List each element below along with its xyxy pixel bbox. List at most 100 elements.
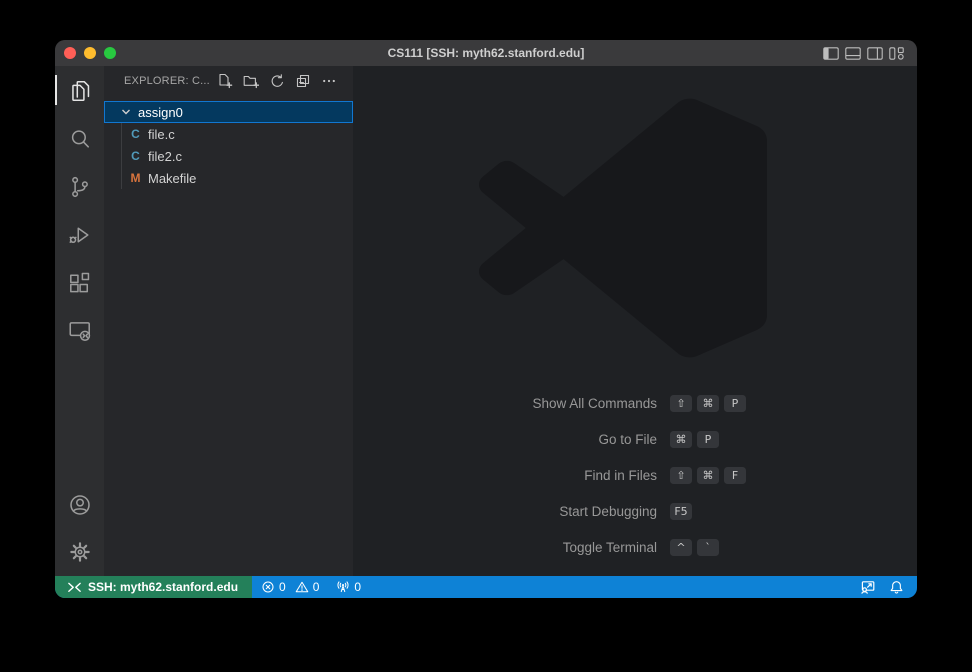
sidebar-item-extensions[interactable] bbox=[66, 269, 93, 296]
file-tree: assign0 C file.c C file2.c M Makefile bbox=[104, 101, 353, 189]
folder-name: assign0 bbox=[138, 105, 183, 120]
shortcut-label: Go to File bbox=[389, 432, 657, 447]
key-cmd: ⌘ bbox=[670, 431, 692, 448]
explorer-header: EXPLORER: C... bbox=[104, 66, 353, 96]
file-name: Makefile bbox=[148, 171, 196, 186]
toggle-secondary-sidebar-button[interactable] bbox=[867, 46, 883, 60]
tree-item-file[interactable]: C file2.c bbox=[104, 145, 353, 167]
c-file-icon: C bbox=[130, 149, 141, 163]
radio-tower-icon bbox=[336, 580, 350, 594]
shortcut-keys: ^ ` bbox=[670, 539, 719, 556]
remote-label: SSH: myth62.stanford.edu bbox=[88, 580, 238, 594]
explorer-sidebar: EXPLORER: C... bbox=[104, 66, 353, 576]
tree-item-folder[interactable]: assign0 bbox=[104, 101, 353, 123]
new-file-button[interactable] bbox=[216, 72, 233, 89]
key-f5: F5 bbox=[670, 503, 692, 520]
more-actions-button[interactable] bbox=[320, 72, 337, 89]
gear-icon bbox=[67, 539, 93, 565]
shortcut-label: Start Debugging bbox=[389, 504, 657, 519]
makefile-icon: M bbox=[130, 171, 141, 185]
new-folder-button[interactable] bbox=[242, 72, 259, 89]
key-shift: ⇧ bbox=[670, 467, 692, 484]
shortcut-label: Find in Files bbox=[389, 468, 657, 483]
collapse-all-icon bbox=[295, 73, 311, 89]
shortcut-keys: ⌘ P bbox=[670, 431, 719, 448]
sidebar-item-run-and-debug[interactable] bbox=[66, 221, 93, 248]
customize-layout-button[interactable] bbox=[889, 46, 905, 60]
layout-sidebar-left-icon bbox=[823, 47, 839, 60]
new-folder-icon bbox=[243, 73, 259, 89]
editor-area: Show All Commands ⇧ ⌘ P Go to File ⌘ P F bbox=[353, 66, 917, 576]
key-backtick: ` bbox=[697, 539, 719, 556]
watermark-shortcuts: Show All Commands ⇧ ⌘ P Go to File ⌘ P F bbox=[389, 385, 869, 565]
explorer-title: EXPLORER: C... bbox=[124, 75, 210, 87]
collapse-folders-button[interactable] bbox=[294, 72, 311, 89]
shortcut-keys: ⇧ ⌘ F bbox=[670, 467, 746, 484]
ellipsis-icon bbox=[321, 73, 337, 89]
chevron-down-icon bbox=[121, 107, 132, 117]
shortcut-row: Find in Files ⇧ ⌘ F bbox=[389, 457, 869, 493]
source-control-icon bbox=[67, 174, 93, 200]
files-icon bbox=[67, 78, 93, 104]
shortcut-label: Show All Commands bbox=[389, 396, 657, 411]
run-debug-icon bbox=[67, 222, 93, 248]
refresh-icon bbox=[269, 73, 285, 89]
new-file-icon bbox=[217, 73, 233, 89]
warning-icon bbox=[295, 580, 309, 594]
search-icon bbox=[67, 126, 93, 152]
key-f: F bbox=[724, 467, 746, 484]
active-item-indicator bbox=[55, 75, 57, 105]
shortcut-label: Toggle Terminal bbox=[389, 540, 657, 555]
tree-item-file[interactable]: C file.c bbox=[104, 123, 353, 145]
key-p: P bbox=[697, 431, 719, 448]
key-cmd: ⌘ bbox=[697, 467, 719, 484]
notifications-bell-icon[interactable] bbox=[889, 580, 904, 595]
sidebar-item-source-control[interactable] bbox=[66, 173, 93, 200]
key-ctrl: ^ bbox=[670, 539, 692, 556]
status-bar-right bbox=[860, 579, 917, 595]
window-title: CS111 [SSH: myth62.stanford.edu] bbox=[55, 40, 917, 66]
layout-controls bbox=[823, 40, 905, 66]
key-shift: ⇧ bbox=[670, 395, 692, 412]
title-bar: CS111 [SSH: myth62.stanford.edu] bbox=[55, 40, 917, 66]
extensions-icon bbox=[67, 270, 93, 296]
shortcut-row: Toggle Terminal ^ ` bbox=[389, 529, 869, 565]
file-name: file2.c bbox=[148, 149, 182, 164]
ports-indicator[interactable]: 0 bbox=[336, 580, 361, 594]
sidebar-item-search[interactable] bbox=[66, 125, 93, 152]
file-name: file.c bbox=[148, 127, 175, 142]
layout-panel-icon bbox=[845, 47, 861, 60]
indent-guide bbox=[121, 123, 122, 189]
remote-indicator[interactable]: SSH: myth62.stanford.edu bbox=[55, 576, 252, 598]
shortcut-keys: F5 bbox=[670, 503, 692, 520]
workbench: EXPLORER: C... bbox=[55, 66, 917, 576]
tree-item-file[interactable]: M Makefile bbox=[104, 167, 353, 189]
vscode-window: CS111 [SSH: myth62.stanford.edu] bbox=[55, 40, 917, 598]
account-icon bbox=[67, 492, 93, 518]
ports-count: 0 bbox=[354, 580, 361, 594]
problems-indicator[interactable]: 0 0 bbox=[261, 580, 319, 594]
remote-ssh-icon bbox=[67, 580, 82, 595]
error-count: 0 bbox=[279, 580, 286, 594]
key-p: P bbox=[724, 395, 746, 412]
activity-bar bbox=[55, 66, 104, 576]
sidebar-item-remote-explorer[interactable] bbox=[66, 317, 93, 344]
explorer-actions bbox=[216, 72, 337, 89]
customize-layout-icon bbox=[889, 47, 905, 60]
sidebar-item-explorer[interactable] bbox=[66, 77, 93, 104]
shortcut-row: Show All Commands ⇧ ⌘ P bbox=[389, 385, 869, 421]
live-share-icon[interactable] bbox=[860, 579, 876, 595]
status-bar: SSH: myth62.stanford.edu 0 0 bbox=[55, 576, 917, 598]
warning-count: 0 bbox=[313, 580, 320, 594]
c-file-icon: C bbox=[130, 127, 141, 141]
remote-explorer-icon bbox=[67, 318, 93, 344]
shortcut-row: Go to File ⌘ P bbox=[389, 421, 869, 457]
accounts-button[interactable] bbox=[66, 491, 93, 518]
shortcut-row: Start Debugging F5 bbox=[389, 493, 869, 529]
vscode-logo-watermark bbox=[479, 98, 767, 363]
toggle-panel-button[interactable] bbox=[845, 46, 861, 60]
settings-button[interactable] bbox=[66, 538, 93, 565]
refresh-explorer-button[interactable] bbox=[268, 72, 285, 89]
error-icon bbox=[261, 580, 275, 594]
toggle-primary-sidebar-button[interactable] bbox=[823, 46, 839, 60]
